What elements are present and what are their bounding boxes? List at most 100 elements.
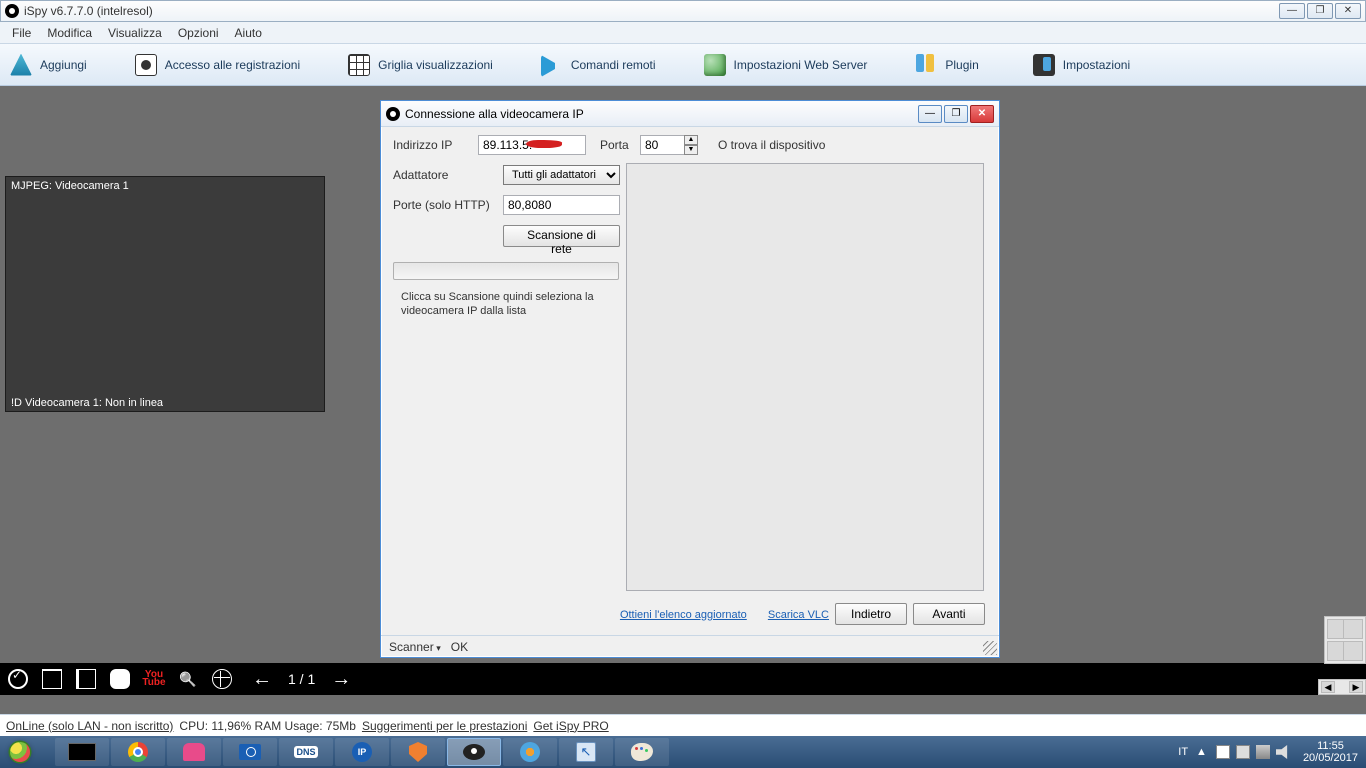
remote-icon: [541, 55, 563, 77]
toolbar-webserver[interactable]: Impostazioni Web Server: [704, 54, 868, 76]
port-input[interactable]: [640, 135, 685, 155]
pink-app-icon: [183, 743, 205, 761]
link-update-list[interactable]: Ottieni l'elenco aggiornato: [620, 609, 747, 621]
dialog-maximize-button[interactable]: ❐: [944, 105, 968, 123]
camera-tile-status: !D Videocamera 1: Non in linea: [11, 397, 163, 409]
taskbar-cmd[interactable]: [55, 738, 109, 766]
status-pro-link[interactable]: Get iSpy PRO: [533, 719, 608, 733]
menu-view[interactable]: Visualizza: [100, 24, 170, 42]
youtube-icon[interactable]: YouTube: [144, 669, 164, 689]
taskbar-ip[interactable]: IP: [335, 738, 389, 766]
dialog-minimize-button[interactable]: —: [918, 105, 942, 123]
dialog-icon: [386, 107, 400, 121]
tray-show-hidden-icon[interactable]: ▲: [1196, 746, 1207, 758]
next-arrow-icon[interactable]: →: [331, 668, 351, 691]
tray-network-icon[interactable]: [1256, 745, 1270, 759]
status-perf-link[interactable]: Suggerimenti per le prestazioni: [362, 719, 527, 733]
status-online-link[interactable]: OnLine (solo LAN - non iscritto): [6, 719, 173, 733]
settings-icon: [1033, 54, 1055, 76]
taskbar-gear[interactable]: [503, 738, 557, 766]
taskbar-pointer[interactable]: ↖: [559, 738, 613, 766]
close-button[interactable]: ✕: [1335, 3, 1361, 19]
maximize-button[interactable]: ❐: [1307, 3, 1333, 19]
menu-edit[interactable]: Modifica: [39, 24, 100, 42]
tray-clock[interactable]: 11:55 20/05/2017: [1303, 740, 1358, 764]
check-icon[interactable]: [8, 669, 28, 689]
camera-tile[interactable]: MJPEG: Videocamera 1 !D Videocamera 1: N…: [5, 176, 325, 412]
plugin-icon: [915, 54, 937, 76]
archive-icon[interactable]: [76, 669, 96, 689]
prev-arrow-icon[interactable]: ←: [252, 668, 272, 691]
menu-options[interactable]: Opzioni: [170, 24, 227, 42]
dns-icon: DNS: [294, 746, 317, 758]
titlebar: iSpy v6.7.7.0 (intelresol) — ❐ ✕: [0, 0, 1366, 22]
dialog-title: Connessione alla videocamera IP: [405, 107, 584, 121]
next-button[interactable]: Avanti: [913, 603, 985, 625]
taskbar-shield[interactable]: [391, 738, 445, 766]
toolbar-webserver-label: Impostazioni Web Server: [734, 58, 868, 72]
toolbar-plugin[interactable]: Plugin: [915, 54, 978, 76]
taskbar-dns[interactable]: DNS: [279, 738, 333, 766]
search-icon[interactable]: [178, 669, 198, 689]
horizontal-scroll-stub[interactable]: ◀ ▶: [1318, 679, 1366, 695]
taskbar-camera[interactable]: [223, 738, 277, 766]
taskbar-app-pink[interactable]: [167, 738, 221, 766]
toolbar-settings[interactable]: Impostazioni: [1027, 54, 1130, 76]
camera-tile-title: MJPEG: Videocamera 1: [6, 177, 324, 195]
port-spinner[interactable]: ▲ ▼: [684, 135, 698, 155]
right-scroll-stub[interactable]: [1324, 616, 1366, 664]
toolbar-remote[interactable]: Comandi remoti: [541, 52, 656, 77]
trash-icon[interactable]: [42, 669, 62, 689]
cmd-icon: [68, 743, 96, 761]
ip-redaction: [526, 138, 564, 152]
tray-time: 11:55: [1303, 740, 1358, 752]
app-icon: [5, 4, 19, 18]
network-icon[interactable]: [212, 669, 232, 689]
scan-button[interactable]: Scansione di rete: [503, 225, 620, 247]
tray-language[interactable]: IT: [1178, 746, 1188, 758]
taskbar-paint[interactable]: [615, 738, 669, 766]
toolbar-recordings-label: Accesso alle registrazioni: [165, 58, 300, 72]
cloud-icon[interactable]: [110, 669, 130, 689]
menu-file[interactable]: File: [4, 24, 39, 42]
window-controls: — ❐ ✕: [1277, 3, 1361, 19]
toolbar-recordings[interactable]: Accesso alle registrazioni: [135, 54, 300, 76]
toolbar-add[interactable]: Aggiungi: [10, 54, 87, 76]
tray-flag-icon[interactable]: [1216, 745, 1230, 759]
taskbar-ispy[interactable]: [447, 738, 501, 766]
link-download-vlc[interactable]: Scarica VLC: [768, 609, 829, 621]
toolbar-grid[interactable]: Griglia visualizzazioni: [348, 54, 493, 76]
page-counter: 1 / 1: [288, 671, 315, 687]
add-icon: [10, 54, 32, 76]
spinner-up-icon[interactable]: ▲: [684, 135, 698, 145]
minimize-button[interactable]: —: [1279, 3, 1305, 19]
port-label: Porta: [600, 138, 640, 152]
scroll-left-icon[interactable]: ◀: [1321, 681, 1335, 693]
scan-hint: Clicca su Scansione quindi seleziona la …: [401, 290, 596, 318]
dialog-window-controls: — ❐ ✕: [918, 105, 994, 123]
toolbar-settings-label: Impostazioni: [1063, 58, 1130, 72]
menu-help[interactable]: Aiuto: [227, 24, 270, 42]
dialog-close-button[interactable]: ✕: [970, 105, 994, 123]
camera-listbox[interactable]: [626, 163, 984, 591]
taskbar-chrome[interactable]: [111, 738, 165, 766]
adapter-select[interactable]: Tutti gli adattatori: [503, 165, 620, 185]
resize-grip-icon[interactable]: [983, 641, 997, 655]
tray-volume-icon[interactable]: [1276, 745, 1290, 759]
status-cpu-ram: CPU: 11,96% RAM Usage: 75Mb: [179, 719, 356, 733]
pointer-icon: ↖: [576, 742, 596, 762]
ip-camera-dialog: Connessione alla videocamera IP — ❐ ✕ In…: [380, 100, 1000, 658]
bottom-toolbar: YouTube ← 1 / 1 →: [0, 663, 1366, 695]
toolbar-grid-label: Griglia visualizzazioni: [378, 58, 493, 72]
spinner-down-icon[interactable]: ▼: [684, 145, 698, 155]
scroll-thumb[interactable]: [1343, 641, 1363, 661]
menubar: File Modifica Visualizza Opzioni Aiuto: [0, 22, 1366, 44]
back-button[interactable]: Indietro: [835, 603, 907, 625]
ports-http-input[interactable]: [503, 195, 620, 215]
start-button[interactable]: [0, 736, 54, 768]
scroll-right-icon[interactable]: ▶: [1349, 681, 1363, 693]
scroll-thumb[interactable]: [1343, 619, 1363, 639]
status-scanner-dropdown[interactable]: Scanner: [389, 640, 441, 654]
tray-action-center-icon[interactable]: [1236, 745, 1250, 759]
tray-date: 20/05/2017: [1303, 752, 1358, 764]
